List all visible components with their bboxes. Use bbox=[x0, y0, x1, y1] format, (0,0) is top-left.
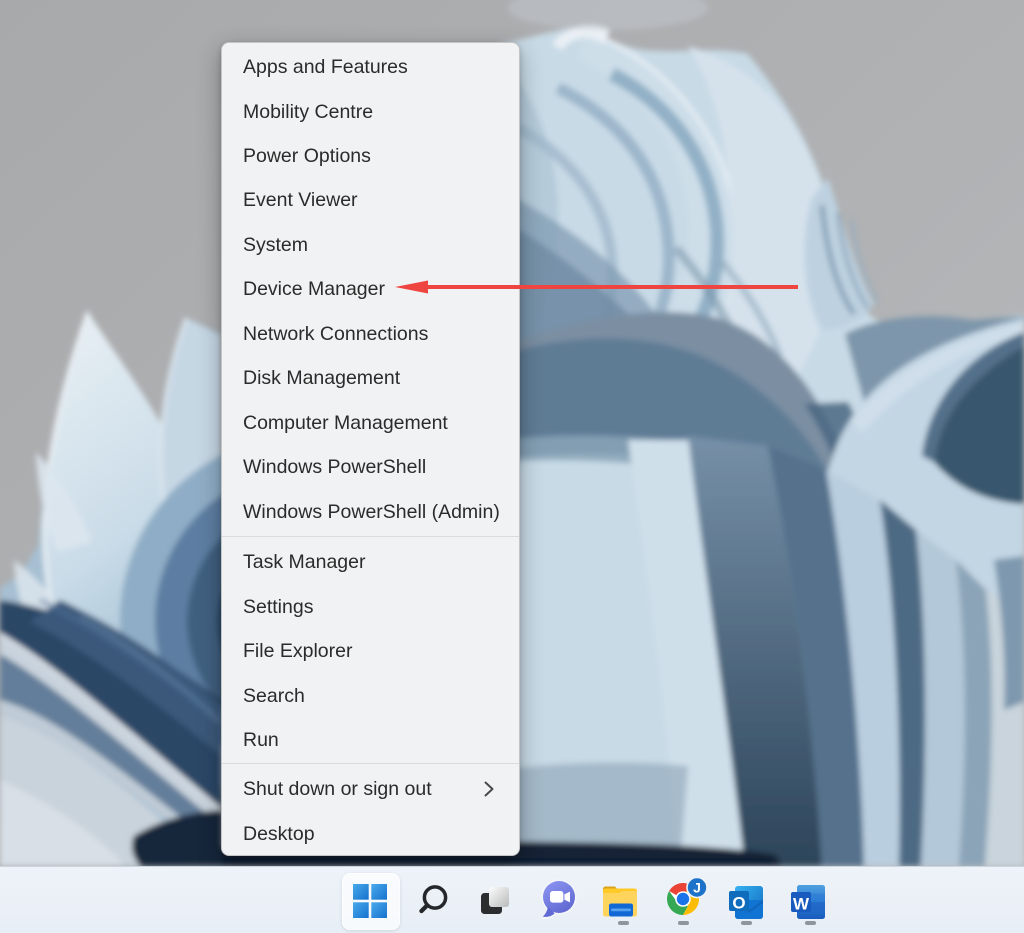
svg-text:W: W bbox=[793, 895, 810, 914]
svg-text:O: O bbox=[732, 894, 745, 913]
svg-text:J: J bbox=[693, 879, 701, 895]
